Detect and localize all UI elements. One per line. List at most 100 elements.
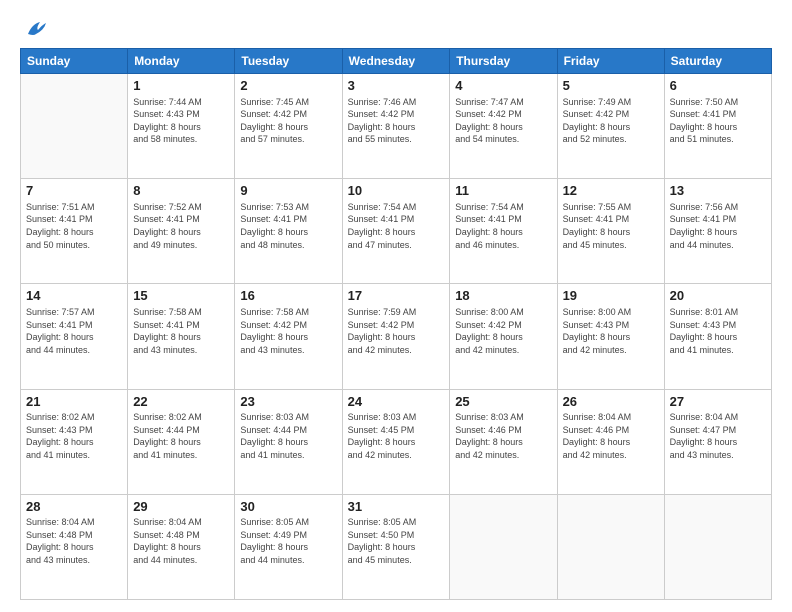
calendar-cell [21, 74, 128, 179]
calendar-cell: 24Sunrise: 8:03 AMSunset: 4:45 PMDayligh… [342, 389, 450, 494]
day-number: 10 [348, 182, 445, 200]
day-info: Sunrise: 7:55 AMSunset: 4:41 PMDaylight:… [563, 201, 659, 251]
day-number: 23 [240, 393, 336, 411]
day-info: Sunrise: 7:50 AMSunset: 4:41 PMDaylight:… [670, 96, 766, 146]
day-number: 18 [455, 287, 551, 305]
header [20, 18, 772, 38]
weekday-header-monday: Monday [128, 49, 235, 74]
day-info: Sunrise: 8:00 AMSunset: 4:42 PMDaylight:… [455, 306, 551, 356]
day-info: Sunrise: 7:52 AMSunset: 4:41 PMDaylight:… [133, 201, 229, 251]
day-info: Sunrise: 7:54 AMSunset: 4:41 PMDaylight:… [348, 201, 445, 251]
day-number: 12 [563, 182, 659, 200]
day-info: Sunrise: 8:04 AMSunset: 4:48 PMDaylight:… [133, 516, 229, 566]
page: SundayMondayTuesdayWednesdayThursdayFrid… [0, 0, 792, 612]
calendar-cell: 1Sunrise: 7:44 AMSunset: 4:43 PMDaylight… [128, 74, 235, 179]
day-number: 19 [563, 287, 659, 305]
day-number: 14 [26, 287, 122, 305]
weekday-header-row: SundayMondayTuesdayWednesdayThursdayFrid… [21, 49, 772, 74]
day-info: Sunrise: 7:56 AMSunset: 4:41 PMDaylight:… [670, 201, 766, 251]
calendar-cell: 27Sunrise: 8:04 AMSunset: 4:47 PMDayligh… [664, 389, 771, 494]
calendar-cell: 8Sunrise: 7:52 AMSunset: 4:41 PMDaylight… [128, 179, 235, 284]
day-number: 13 [670, 182, 766, 200]
day-info: Sunrise: 8:04 AMSunset: 4:47 PMDaylight:… [670, 411, 766, 461]
day-info: Sunrise: 8:04 AMSunset: 4:46 PMDaylight:… [563, 411, 659, 461]
calendar-cell: 22Sunrise: 8:02 AMSunset: 4:44 PMDayligh… [128, 389, 235, 494]
day-number: 29 [133, 498, 229, 516]
day-number: 17 [348, 287, 445, 305]
day-info: Sunrise: 7:46 AMSunset: 4:42 PMDaylight:… [348, 96, 445, 146]
weekday-header-tuesday: Tuesday [235, 49, 342, 74]
calendar-week-4: 21Sunrise: 8:02 AMSunset: 4:43 PMDayligh… [21, 389, 772, 494]
day-number: 26 [563, 393, 659, 411]
day-info: Sunrise: 8:01 AMSunset: 4:43 PMDaylight:… [670, 306, 766, 356]
day-info: Sunrise: 7:54 AMSunset: 4:41 PMDaylight:… [455, 201, 551, 251]
day-info: Sunrise: 7:53 AMSunset: 4:41 PMDaylight:… [240, 201, 336, 251]
weekday-header-sunday: Sunday [21, 49, 128, 74]
calendar-cell: 31Sunrise: 8:05 AMSunset: 4:50 PMDayligh… [342, 494, 450, 599]
day-number: 2 [240, 77, 336, 95]
day-info: Sunrise: 8:03 AMSunset: 4:46 PMDaylight:… [455, 411, 551, 461]
calendar-cell: 3Sunrise: 7:46 AMSunset: 4:42 PMDaylight… [342, 74, 450, 179]
day-number: 1 [133, 77, 229, 95]
calendar-cell [450, 494, 557, 599]
calendar-cell: 2Sunrise: 7:45 AMSunset: 4:42 PMDaylight… [235, 74, 342, 179]
calendar-week-5: 28Sunrise: 8:04 AMSunset: 4:48 PMDayligh… [21, 494, 772, 599]
day-info: Sunrise: 7:58 AMSunset: 4:41 PMDaylight:… [133, 306, 229, 356]
weekday-header-friday: Friday [557, 49, 664, 74]
calendar-cell: 13Sunrise: 7:56 AMSunset: 4:41 PMDayligh… [664, 179, 771, 284]
day-info: Sunrise: 8:04 AMSunset: 4:48 PMDaylight:… [26, 516, 122, 566]
calendar-cell: 20Sunrise: 8:01 AMSunset: 4:43 PMDayligh… [664, 284, 771, 389]
day-info: Sunrise: 7:58 AMSunset: 4:42 PMDaylight:… [240, 306, 336, 356]
day-number: 15 [133, 287, 229, 305]
calendar-week-1: 1Sunrise: 7:44 AMSunset: 4:43 PMDaylight… [21, 74, 772, 179]
day-info: Sunrise: 7:44 AMSunset: 4:43 PMDaylight:… [133, 96, 229, 146]
calendar-cell: 23Sunrise: 8:03 AMSunset: 4:44 PMDayligh… [235, 389, 342, 494]
day-number: 22 [133, 393, 229, 411]
calendar-cell: 19Sunrise: 8:00 AMSunset: 4:43 PMDayligh… [557, 284, 664, 389]
day-number: 11 [455, 182, 551, 200]
day-number: 5 [563, 77, 659, 95]
day-info: Sunrise: 7:59 AMSunset: 4:42 PMDaylight:… [348, 306, 445, 356]
day-info: Sunrise: 8:03 AMSunset: 4:44 PMDaylight:… [240, 411, 336, 461]
day-number: 7 [26, 182, 122, 200]
day-info: Sunrise: 8:02 AMSunset: 4:44 PMDaylight:… [133, 411, 229, 461]
day-number: 21 [26, 393, 122, 411]
day-info: Sunrise: 7:49 AMSunset: 4:42 PMDaylight:… [563, 96, 659, 146]
calendar-cell: 17Sunrise: 7:59 AMSunset: 4:42 PMDayligh… [342, 284, 450, 389]
day-number: 20 [670, 287, 766, 305]
calendar-cell: 26Sunrise: 8:04 AMSunset: 4:46 PMDayligh… [557, 389, 664, 494]
calendar-cell [557, 494, 664, 599]
day-info: Sunrise: 8:02 AMSunset: 4:43 PMDaylight:… [26, 411, 122, 461]
day-info: Sunrise: 7:47 AMSunset: 4:42 PMDaylight:… [455, 96, 551, 146]
calendar-cell: 25Sunrise: 8:03 AMSunset: 4:46 PMDayligh… [450, 389, 557, 494]
day-info: Sunrise: 7:51 AMSunset: 4:41 PMDaylight:… [26, 201, 122, 251]
logo-bird-icon [26, 20, 48, 38]
day-number: 9 [240, 182, 336, 200]
day-info: Sunrise: 8:00 AMSunset: 4:43 PMDaylight:… [563, 306, 659, 356]
calendar-cell: 10Sunrise: 7:54 AMSunset: 4:41 PMDayligh… [342, 179, 450, 284]
calendar-week-3: 14Sunrise: 7:57 AMSunset: 4:41 PMDayligh… [21, 284, 772, 389]
weekday-header-saturday: Saturday [664, 49, 771, 74]
day-number: 4 [455, 77, 551, 95]
calendar-table: SundayMondayTuesdayWednesdayThursdayFrid… [20, 48, 772, 600]
day-info: Sunrise: 7:57 AMSunset: 4:41 PMDaylight:… [26, 306, 122, 356]
calendar-cell: 14Sunrise: 7:57 AMSunset: 4:41 PMDayligh… [21, 284, 128, 389]
calendar-cell: 12Sunrise: 7:55 AMSunset: 4:41 PMDayligh… [557, 179, 664, 284]
day-number: 8 [133, 182, 229, 200]
day-number: 3 [348, 77, 445, 95]
calendar-cell: 21Sunrise: 8:02 AMSunset: 4:43 PMDayligh… [21, 389, 128, 494]
day-number: 31 [348, 498, 445, 516]
day-number: 25 [455, 393, 551, 411]
weekday-header-wednesday: Wednesday [342, 49, 450, 74]
calendar-cell: 29Sunrise: 8:04 AMSunset: 4:48 PMDayligh… [128, 494, 235, 599]
calendar-cell [664, 494, 771, 599]
calendar-cell: 18Sunrise: 8:00 AMSunset: 4:42 PMDayligh… [450, 284, 557, 389]
logo [20, 18, 48, 38]
calendar-cell: 30Sunrise: 8:05 AMSunset: 4:49 PMDayligh… [235, 494, 342, 599]
day-number: 16 [240, 287, 336, 305]
calendar-cell: 6Sunrise: 7:50 AMSunset: 4:41 PMDaylight… [664, 74, 771, 179]
day-info: Sunrise: 8:03 AMSunset: 4:45 PMDaylight:… [348, 411, 445, 461]
calendar-cell: 16Sunrise: 7:58 AMSunset: 4:42 PMDayligh… [235, 284, 342, 389]
day-info: Sunrise: 8:05 AMSunset: 4:49 PMDaylight:… [240, 516, 336, 566]
calendar-cell: 4Sunrise: 7:47 AMSunset: 4:42 PMDaylight… [450, 74, 557, 179]
